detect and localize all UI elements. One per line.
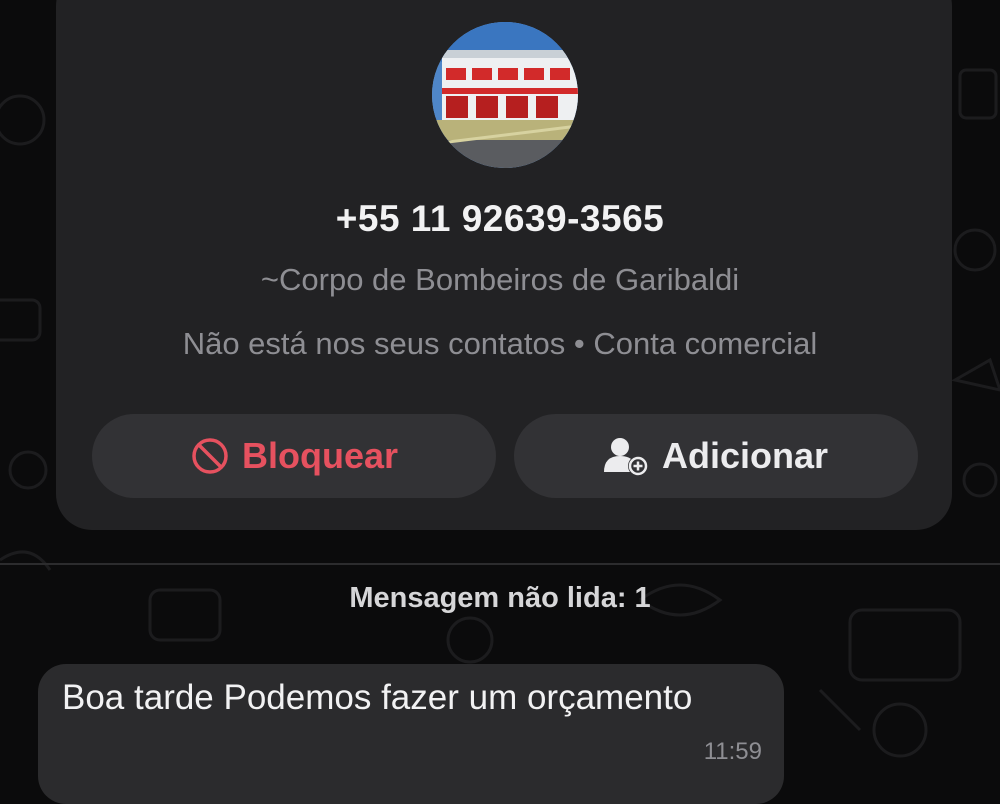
add-contact-icon	[603, 436, 650, 476]
profile-avatar[interactable]	[432, 22, 578, 168]
add-contact-button-label: Adicionar	[661, 435, 829, 476]
block-button[interactable]: Bloquear	[92, 414, 496, 498]
unread-divider	[0, 563, 1000, 565]
contact-phone-number: +55 11 92639-3565	[335, 198, 665, 239]
unread-messages-label: Mensagem não lida: 1	[349, 582, 651, 614]
contact-profile-name: ~Corpo de Bombeiros de Garibaldi	[260, 262, 740, 297]
message-bubble[interactable]: Boa tarde Podemos fazer um orçamento 11:…	[38, 664, 784, 804]
contact-status: Não está nos seus contatos • Conta comer…	[182, 326, 818, 361]
fire-station-photo	[432, 22, 578, 168]
block-button-label: Bloquear	[241, 435, 399, 476]
add-contact-button[interactable]: Adicionar	[514, 414, 918, 498]
message-text: Boa tarde Podemos fazer um orçamento	[62, 678, 693, 717]
block-icon	[190, 436, 230, 476]
message-timestamp: 11:59	[703, 738, 762, 765]
